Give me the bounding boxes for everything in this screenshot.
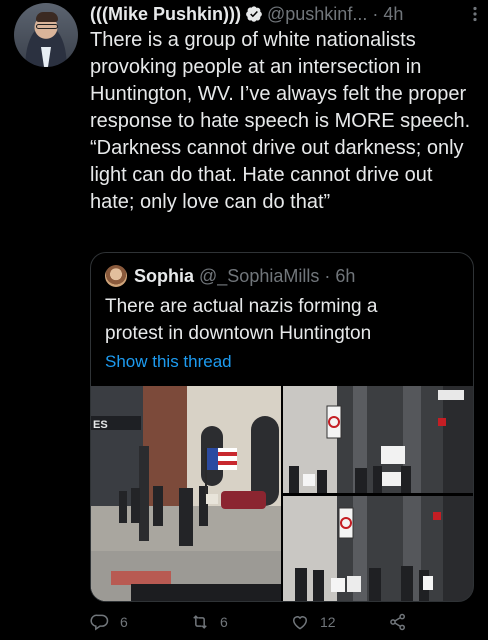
protesters-bottom-illustration: [283, 496, 473, 601]
author-handle[interactable]: @pushkinf...: [267, 4, 367, 25]
protesters-photo-bottom[interactable]: [283, 496, 473, 601]
protest-street-photo[interactable]: ES: [91, 386, 281, 601]
reply-icon: [90, 614, 109, 631]
avatar-shirt: [41, 47, 51, 67]
retweet-button[interactable]: 6: [190, 612, 228, 632]
quote-header: Sophia @_SophiaMills · 6h: [105, 265, 355, 287]
like-button[interactable]: 12: [290, 612, 336, 632]
quote-author-handle: @_SophiaMills: [199, 265, 320, 286]
protesters-top-illustration: [283, 386, 473, 493]
media-grid: ES: [91, 386, 473, 601]
share-button[interactable]: [388, 612, 418, 632]
retweet-count: 6: [220, 614, 228, 630]
retweet-icon: [193, 615, 207, 629]
tweet-actions: 6 6 12: [90, 612, 450, 634]
tweet-header: (((Mike Pushkin))) @pushkinf... · 4h: [90, 2, 480, 26]
building-sign-text: ES: [93, 419, 108, 431]
avatar-hair: [36, 12, 58, 22]
quote-time: 6h: [335, 265, 356, 286]
like-count: 12: [320, 614, 336, 630]
share-icon: [390, 613, 405, 631]
show-thread-link[interactable]: Show this thread: [105, 352, 232, 372]
street-scene-illustration: ES: [91, 386, 281, 601]
reply-count: 6: [120, 614, 128, 630]
quote-author-name: Sophia: [134, 265, 195, 286]
avatar-glasses: [36, 24, 58, 29]
heart-icon: [292, 616, 308, 630]
quoted-tweet[interactable]: Sophia @_SophiaMills · 6h There are actu…: [90, 252, 474, 602]
reply-button[interactable]: 6: [90, 612, 128, 632]
tweet-text: There is a group of white nationalists p…: [90, 29, 476, 213]
author-name[interactable]: (((Mike Pushkin))): [90, 4, 241, 25]
quote-text: There are actual nazis forming a protest…: [105, 296, 378, 344]
author-avatar[interactable]: [14, 3, 78, 67]
protesters-photo-top[interactable]: [283, 386, 473, 493]
quote-author-avatar: [105, 265, 127, 287]
quote-separator-dot: ·: [324, 265, 331, 286]
more-options-icon[interactable]: [472, 6, 478, 22]
tweet-time[interactable]: 4h: [383, 4, 403, 25]
separator-dot: ·: [372, 3, 379, 24]
verified-badge-icon: [246, 6, 262, 22]
